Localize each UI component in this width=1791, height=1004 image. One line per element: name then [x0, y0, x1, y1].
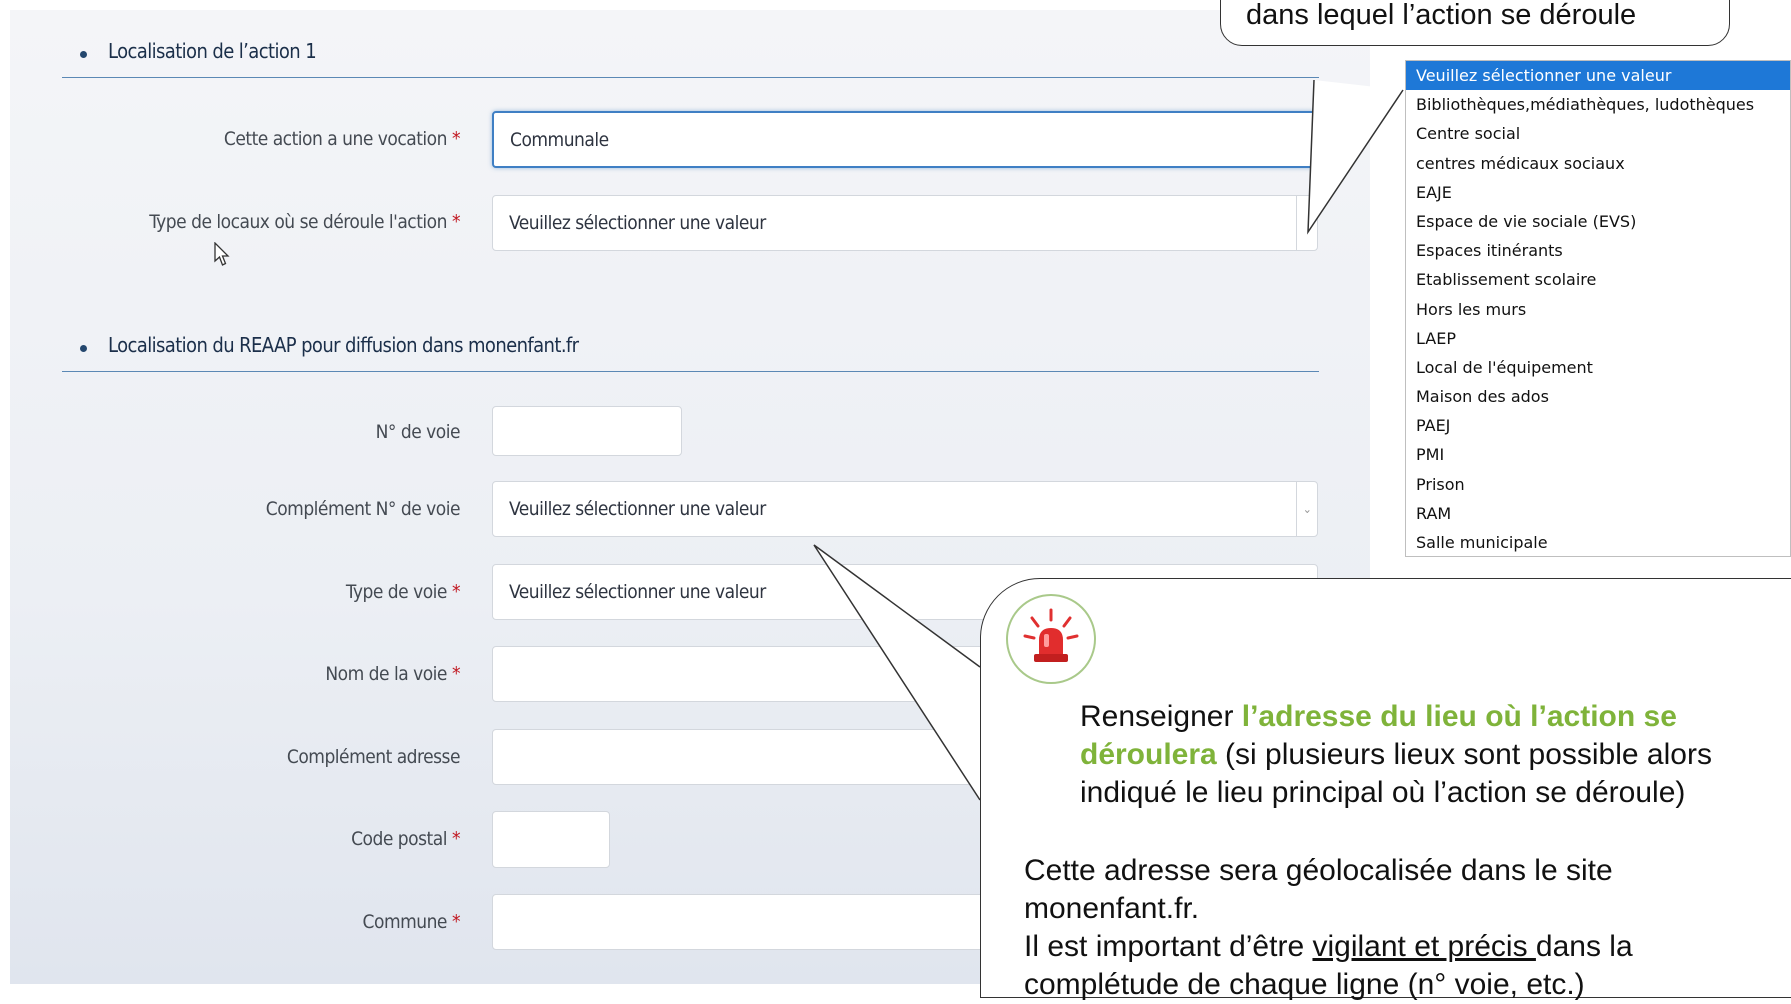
dropdown-option[interactable]: RAM [1406, 499, 1790, 528]
dropdown-option[interactable]: Etablissement scolaire [1406, 265, 1790, 294]
section-header-localisation-action: Localisation de l’action 1 [62, 25, 1319, 78]
section-title: Localisation de l’action 1 [108, 39, 317, 63]
callout-top-text: dans lequel l’action se déroule [1246, 0, 1637, 31]
dropdown-option[interactable]: Local de l'équipement [1406, 353, 1790, 382]
mouse-cursor-icon [214, 242, 230, 266]
siren-icon [1006, 594, 1096, 684]
type-voie-value: Veuillez sélectionner une valeur [509, 581, 766, 603]
dropdown-option[interactable]: Centre social [1406, 119, 1790, 148]
dropdown-option[interactable]: Maison des ados [1406, 382, 1790, 411]
section-header-localisation-reaap: Localisation du REAAP pour diffusion dan… [62, 319, 1319, 372]
nom-voie-label: Nom de la voie * [325, 663, 460, 685]
vocation-select[interactable]: Communale [492, 111, 1320, 168]
code-postal-label: Code postal * [351, 828, 460, 850]
dropdown-option[interactable]: PMI [1406, 440, 1790, 469]
callout-instruction: Renseigner l’adresse du lieu où l’action… [1080, 700, 1712, 809]
num-voie-label: N° de voie [375, 421, 461, 443]
complement-num-voie-value: Veuillez sélectionner une valeur [509, 498, 766, 520]
complement-adresse-label: Complément adresse [286, 746, 461, 768]
type-locaux-dropdown-list[interactable]: Veuillez sélectionner une valeur Biblioth… [1405, 60, 1791, 557]
dropdown-option[interactable]: Bibliothèques,médiathèques, ludothèques [1406, 90, 1790, 119]
bullet-icon [80, 345, 87, 352]
callout-top-bubble: dans lequel l’action se déroule [1220, 0, 1730, 46]
type-locaux-label: Type de locaux où se déroule l'action * [149, 211, 460, 233]
dropdown-option[interactable]: PAEJ [1406, 411, 1790, 440]
type-locaux-value: Veuillez sélectionner une valeur [509, 212, 766, 234]
complement-num-voie-label: Complément N° de voie [265, 498, 461, 520]
callout-geolocation-note: Cette adresse sera géolocalisée dans le … [1024, 854, 1633, 1001]
dropdown-option[interactable]: Espaces itinérants [1406, 236, 1790, 265]
chevron-down-icon[interactable]: ⌄ [1296, 482, 1317, 536]
code-postal-input[interactable] [492, 811, 610, 868]
complement-num-voie-select[interactable]: Veuillez sélectionner une valeur ⌄ [492, 481, 1318, 537]
type-locaux-select[interactable]: Veuillez sélectionner une valeur [492, 195, 1318, 251]
dropdown-option[interactable]: Veuillez sélectionner une valeur [1406, 61, 1790, 91]
dropdown-option[interactable]: Prison [1406, 470, 1790, 499]
dropdown-option[interactable]: Hors les murs [1406, 295, 1790, 324]
type-voie-label: Type de voie * [345, 581, 461, 603]
chevron-down-icon[interactable] [1296, 196, 1317, 250]
vocation-label: Cette action a une vocation * [223, 128, 461, 150]
dropdown-option[interactable]: centres médicaux sociaux [1406, 149, 1790, 178]
dropdown-option[interactable]: Espace de vie sociale (EVS) [1406, 207, 1790, 236]
section-title: Localisation du REAAP pour diffusion dan… [108, 333, 579, 357]
vocation-value: Communale [510, 128, 609, 151]
dropdown-option[interactable]: Salle municipale [1406, 528, 1790, 557]
commune-label: Commune * [362, 911, 461, 933]
dropdown-option[interactable]: EAJE [1406, 178, 1790, 207]
dropdown-option[interactable]: LAEP [1406, 324, 1790, 353]
num-voie-input[interactable] [492, 406, 682, 456]
bullet-icon [80, 51, 87, 58]
